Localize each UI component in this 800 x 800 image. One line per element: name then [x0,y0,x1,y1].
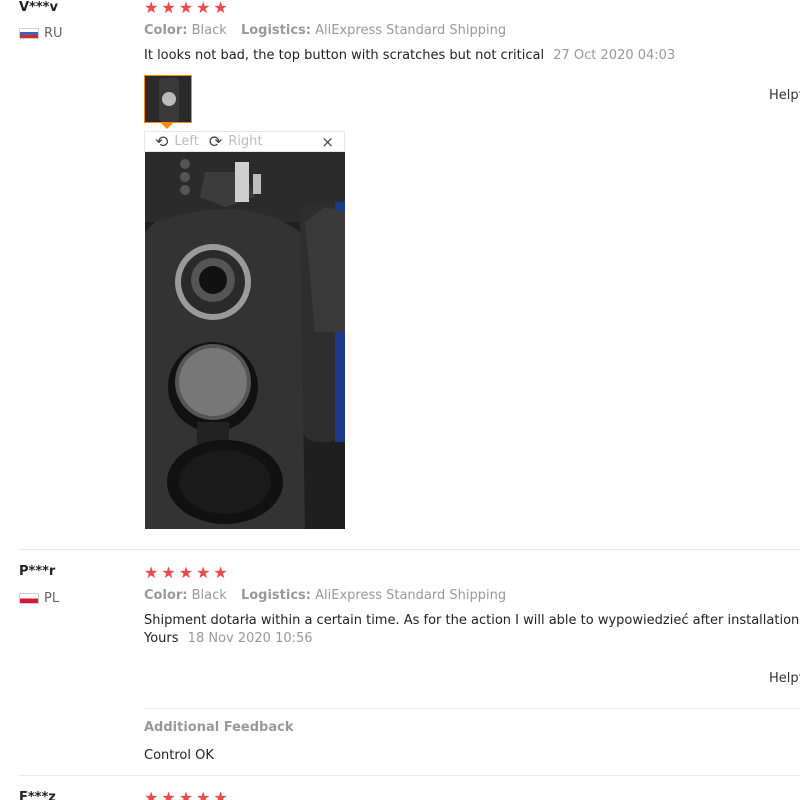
star-rating: ★ ★ ★ ★ ★ [144,0,228,16]
helpful-button[interactable]: Helpf [769,671,800,686]
rotate-left-label: Left [174,134,199,149]
star-icon: ★ [144,0,159,17]
star-icon: ★ [161,563,176,582]
star-icon: ★ [178,563,194,582]
rotate-left-button[interactable]: ⟲ Left [155,132,199,151]
review-photo-large[interactable] [145,152,345,529]
star-icon: ★ [213,0,228,17]
photo-viewer-toolbar: ⟲ Left ⟳ Right × [144,131,345,152]
review-date: 27 Oct 2020 04:03 [553,48,676,63]
star-icon: ★ [178,0,194,17]
star-icon: ★ [213,563,228,582]
color-label: Color: [144,588,188,603]
logistics-label: Logistics: [240,23,311,38]
country-code: PL [44,590,60,606]
review-date: 18 Nov 2020 10:56 [187,631,313,646]
star-icon: ★ [161,788,176,800]
review-divider [19,775,800,776]
rotate-left-icon: ⟲ [155,132,169,151]
rotate-right-label: Right [228,134,263,149]
star-icon: ★ [196,0,211,17]
country-code: RU [44,25,63,41]
reviewer-country: PL [19,590,59,606]
review-text: It looks not bad, the top button with sc… [144,47,675,65]
review-item: V***v RU ★ ★ ★ ★ ★ Color: Black Logistic… [0,0,800,549]
poland-flag-icon [19,592,39,604]
star-icon: ★ [161,0,176,17]
order-attributes: Color: Black Logistics: AliExpress Stand… [144,23,506,38]
rotate-right-icon: ⟳ [208,132,223,151]
star-icon: ★ [196,788,211,800]
reviewer-name: F***z [19,790,56,800]
review-text-line-2: Yours 18 Nov 2020 10:56 [144,630,313,648]
helpful-button[interactable]: Helpf [769,88,800,103]
reviewer-name: P***r [19,564,56,579]
reviewer-name: V***v [19,0,58,15]
thumbnail-selected-caret [161,123,173,129]
star-icon: ★ [178,788,194,800]
additional-feedback-title: Additional Feedback [144,720,294,735]
review-body: It looks not bad, the top button with sc… [144,48,545,63]
logistics-value: AliExpress Standard Shipping [315,23,507,38]
reviews-page: V***v RU ★ ★ ★ ★ ★ Color: Black Logistic… [0,0,800,800]
star-icon: ★ [213,788,228,800]
color-value: Black [191,588,227,603]
review-body-line-1: Shipment dotarła within a certain time. … [144,613,800,628]
logistics-label: Logistics: [240,588,311,603]
order-attributes: Color: Black Logistics: AliExpress Stand… [144,588,506,603]
review-photo-thumbnail[interactable] [144,75,192,123]
star-icon: ★ [144,788,159,800]
rotate-right-button[interactable]: ⟳ Right [209,132,263,151]
logistics-value: AliExpress Standard Shipping [315,588,507,603]
reviewer-country: RU [19,25,63,41]
review-divider [19,549,800,550]
additional-feedback-text: Control OK [144,748,214,763]
star-icon: ★ [196,563,211,582]
close-icon[interactable]: × [321,133,334,151]
review-body-line-2: Yours [144,631,179,646]
star-rating: ★ ★ ★ ★ ★ [144,790,228,800]
russia-flag-icon [19,27,39,39]
feedback-divider [144,708,800,709]
color-label: Color: [144,23,188,38]
color-value: Black [191,23,227,38]
star-rating: ★ ★ ★ ★ ★ [144,565,228,581]
star-icon: ★ [144,563,159,582]
